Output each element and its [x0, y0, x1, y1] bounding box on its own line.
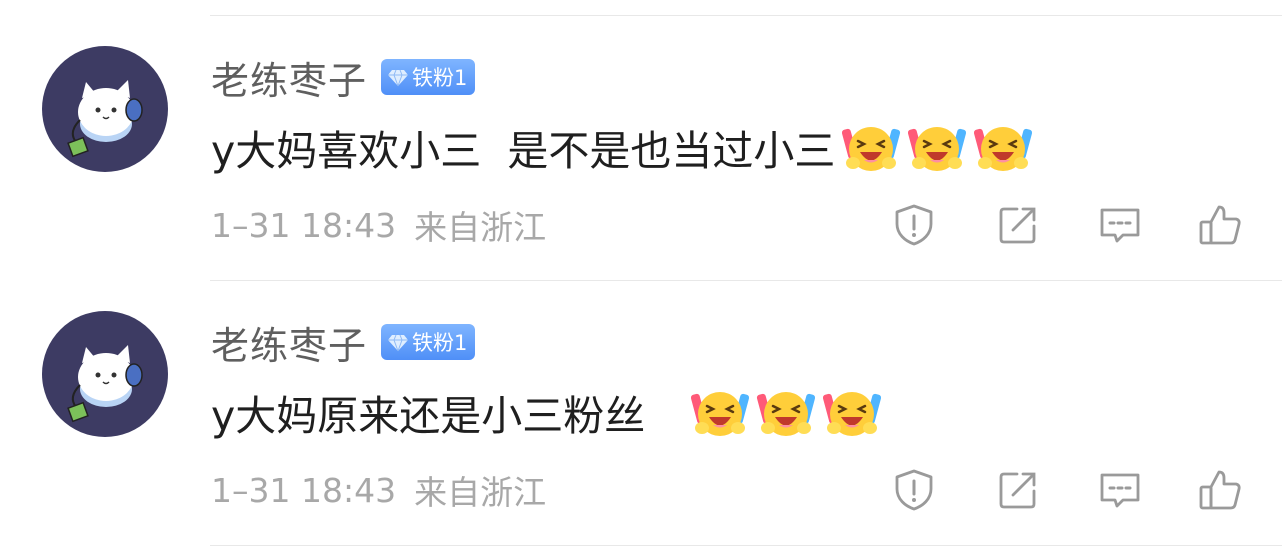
laughing-cheer-emoji-icon	[973, 117, 1034, 177]
avatar[interactable]	[42, 311, 168, 437]
like-button[interactable]	[1195, 200, 1245, 250]
reply-button[interactable]	[1095, 465, 1145, 515]
comment-text: y大妈喜欢小三 是不是也当过小三	[211, 127, 836, 175]
report-icon	[895, 204, 933, 246]
avatar[interactable]	[42, 46, 168, 172]
reply-icon	[1100, 473, 1140, 508]
white-cat-avatar-icon	[67, 80, 143, 158]
like-icon	[1199, 205, 1241, 245]
repost-button[interactable]	[993, 200, 1043, 250]
comment-text-row: y大妈原来还是小三粉丝	[211, 382, 883, 442]
comment-text-row: y大妈喜欢小三 是不是也当过小三	[211, 117, 1034, 177]
comment-meta: 1–31 18:43 来自浙江	[211, 470, 546, 513]
comment-location: 来自浙江	[414, 473, 547, 512]
like-icon	[1199, 470, 1241, 510]
diamond-icon	[388, 334, 409, 352]
comment-text: y大妈原来还是小三粉丝	[211, 392, 685, 440]
comment-meta: 1–31 18:43 来自浙江	[211, 205, 546, 248]
author-name[interactable]: 老练枣子	[211, 315, 367, 370]
author-name[interactable]: 老练枣子	[211, 50, 367, 105]
repost-icon	[999, 207, 1036, 244]
laughing-cheer-emoji-icon	[841, 117, 902, 177]
comment-time: 1–31 18:43	[211, 470, 397, 510]
laughing-cheer-emoji-icon	[690, 382, 751, 442]
repost-icon	[999, 472, 1036, 509]
laughing-cheer-emoji-icon	[822, 382, 883, 442]
bottom-divider	[210, 545, 1282, 546]
report-icon	[895, 469, 933, 511]
comment-location: 来自浙江	[414, 208, 547, 247]
reply-icon	[1100, 208, 1140, 243]
report-button[interactable]	[889, 200, 939, 250]
fan-badge-label: 铁粉1	[412, 66, 468, 90]
white-cat-avatar-icon	[67, 345, 143, 423]
repost-button[interactable]	[993, 465, 1043, 515]
fan-badge[interactable]: 铁粉1	[381, 324, 476, 360]
laughing-cheer-emoji-icon	[756, 382, 817, 442]
author-row: 老练枣子 铁粉1	[211, 318, 476, 368]
comment-item: 老练枣子 铁粉1 y大妈喜欢小三 是不是也当过小三 1–31 18:43 来自浙…	[0, 15, 1282, 279]
comment-time: 1–31 18:43	[211, 205, 397, 245]
diamond-icon	[388, 69, 409, 87]
laughing-cheer-emoji-icon	[907, 117, 968, 177]
like-button[interactable]	[1195, 465, 1245, 515]
report-button[interactable]	[889, 465, 939, 515]
fan-badge-label: 铁粉1	[412, 331, 468, 355]
reply-button[interactable]	[1095, 200, 1145, 250]
author-row: 老练枣子 铁粉1	[211, 53, 476, 103]
fan-badge[interactable]: 铁粉1	[381, 59, 476, 95]
comment-item: 老练枣子 铁粉1 y大妈原来还是小三粉丝 1–31 18:43 来自浙江	[0, 280, 1282, 544]
